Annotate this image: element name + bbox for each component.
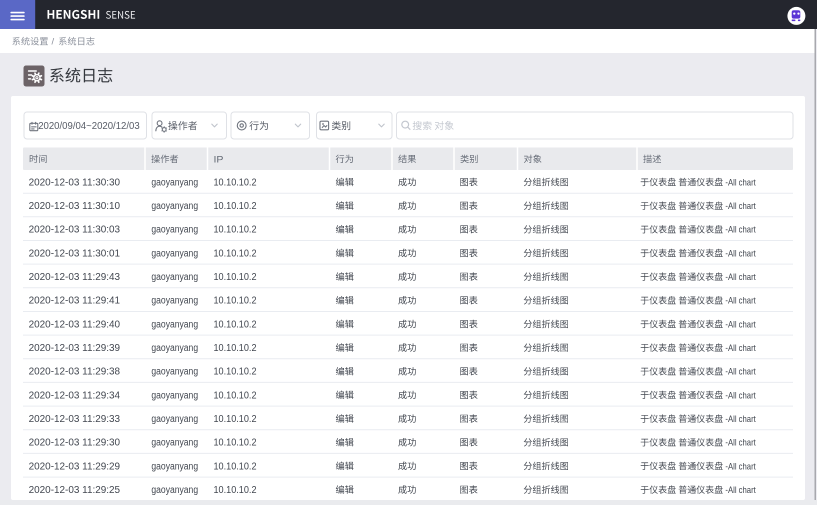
svg-text:2020-12-03 11:29:40: 2020-12-03 11:29:40 — [29, 319, 121, 330]
svg-text:2020-12-03 11:29:41: 2020-12-03 11:29:41 — [29, 296, 121, 307]
svg-text:IP: IP — [214, 154, 224, 164]
svg-text:2020-12-03 11:30:01: 2020-12-03 11:30:01 — [29, 248, 121, 259]
svg-text:2020-12-03 11:29:33: 2020-12-03 11:29:33 — [29, 414, 121, 425]
svg-text:2020-12-03 11:30:03: 2020-12-03 11:30:03 — [29, 225, 121, 236]
svg-text:2020-12-03 11:29:25: 2020-12-03 11:29:25 — [29, 485, 121, 496]
svg-text:2020-12-03 11:30:30: 2020-12-03 11:30:30 — [29, 177, 121, 188]
svg-text:2020-12-03 11:29:30: 2020-12-03 11:29:30 — [29, 438, 121, 449]
svg-text:2020-12-03 11:29:39: 2020-12-03 11:29:39 — [29, 343, 121, 354]
svg-text:2020-12-03 11:29:43: 2020-12-03 11:29:43 — [29, 272, 121, 283]
svg-text:/: / — [52, 36, 55, 47]
svg-text:2020-12-03 11:30:10: 2020-12-03 11:30:10 — [29, 201, 121, 212]
svg-text:2020/09/04~2020/12/03: 2020/09/04~2020/12/03 — [38, 121, 140, 132]
svg-text:2020-12-03 11:29:34: 2020-12-03 11:29:34 — [29, 390, 121, 401]
svg-text:2020-12-03 11:29:38: 2020-12-03 11:29:38 — [29, 367, 121, 378]
svg-text:2020-12-03 11:29:29: 2020-12-03 11:29:29 — [29, 461, 121, 472]
